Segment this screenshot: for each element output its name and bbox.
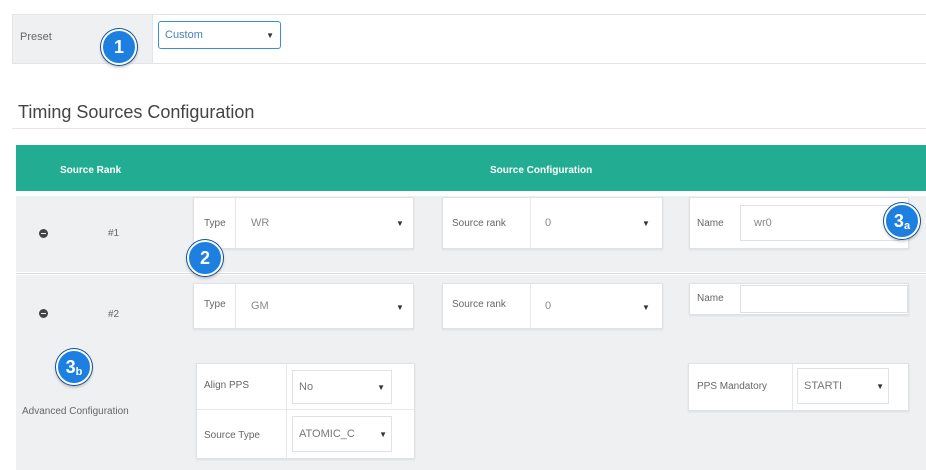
chevron-down-icon: ▼ (396, 219, 404, 228)
name-input-value-1: wr0 (754, 217, 772, 229)
chevron-down-icon: ▼ (876, 381, 884, 391)
page-title: Timing Sources Configuration (18, 102, 255, 122)
preset-label: Preset (20, 31, 52, 43)
callout-badge: 1 (101, 29, 137, 65)
header-source-configuration: Source Configuration (490, 165, 593, 176)
preset-select-value: Custom (165, 29, 203, 41)
type-select-1[interactable] (193, 197, 414, 249)
name-input-2[interactable] (740, 285, 908, 313)
divider (530, 198, 531, 248)
chevron-down-icon: ▼ (379, 429, 387, 439)
chevron-down-icon: ▼ (642, 219, 650, 228)
divider (12, 128, 926, 129)
table-header (16, 145, 926, 191)
chevron-down-icon: ▼ (396, 303, 404, 312)
callout-badge: 2 (187, 240, 223, 276)
type-select-2[interactable] (193, 283, 414, 329)
divider (792, 364, 793, 410)
advanced-configuration-label: Advanced Configuration (22, 406, 129, 417)
pps-mandatory-value: STARTI (804, 380, 843, 392)
source-rank-label-1: Source rank (452, 218, 506, 229)
header-source-rank: Source Rank (60, 165, 122, 176)
align-pps-value: No (299, 381, 314, 393)
align-pps-label: Align PPS (204, 380, 250, 391)
source-rank-1: #1 (108, 228, 120, 239)
row-divider (16, 273, 926, 274)
name-label-1: Name (697, 218, 724, 229)
divider (286, 364, 287, 458)
pps-mandatory-label: PPS Mandatory (697, 381, 768, 392)
source-rank-label-2: Source rank (452, 299, 506, 310)
type-label-1: Type (204, 218, 226, 229)
source-rank-2: #2 (108, 309, 120, 320)
type-value-1: WR (251, 217, 270, 229)
source-type-value: ATOMIC_C (299, 428, 355, 440)
divider (197, 409, 414, 410)
divider (530, 284, 531, 328)
source-rank-value-1: 0 (545, 217, 552, 229)
preset-select[interactable]: Custom ▼ (158, 21, 281, 49)
remove-source-2-icon[interactable] (39, 309, 48, 318)
chevron-down-icon: ▼ (377, 382, 385, 392)
remove-source-1-icon[interactable] (39, 229, 48, 238)
source-type-label: Source Type (204, 430, 260, 441)
chevron-down-icon: ▼ (642, 303, 650, 312)
source-type-select[interactable]: ATOMIC_C ▼ (292, 416, 392, 452)
type-label-2: Type (204, 299, 226, 310)
callout-badge: 3b (56, 349, 92, 385)
chevron-down-icon: ▼ (266, 30, 274, 40)
callout-badge: 3a (884, 203, 920, 239)
name-label-2: Name (697, 293, 724, 304)
type-value-2: GM (251, 300, 269, 312)
source-rank-value-2: 0 (545, 300, 552, 312)
divider (235, 198, 236, 248)
divider (235, 284, 236, 328)
align-pps-select[interactable]: No ▼ (292, 370, 392, 404)
pps-mandatory-select[interactable]: STARTI ▼ (797, 368, 889, 404)
